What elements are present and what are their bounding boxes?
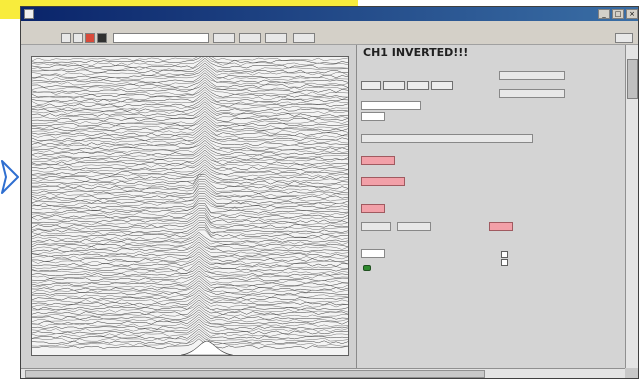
abort-icon[interactable]	[85, 33, 95, 43]
waterfall-trace	[32, 154, 348, 166]
run-arrow-icon[interactable]	[61, 33, 71, 43]
waterfall-trace	[32, 217, 348, 228]
vi-icon	[615, 33, 633, 43]
red-field[interactable]	[489, 222, 513, 231]
scroll-thumb[interactable]	[25, 370, 485, 378]
option-checkbox[interactable]	[501, 251, 508, 258]
waterfall-trace	[32, 181, 348, 192]
maximize-button[interactable]: □	[612, 9, 624, 19]
acquisition-field	[361, 134, 533, 143]
pointer-arrow-icon	[1, 160, 19, 194]
close-button[interactable]: ×	[626, 9, 638, 19]
app-icon	[24, 9, 34, 19]
waterfall-trace	[32, 292, 348, 303]
x-axis	[31, 357, 349, 367]
option-checkbox[interactable]	[501, 259, 508, 266]
trace-group	[32, 57, 348, 355]
waterfall-trace	[32, 321, 348, 332]
file-name-field[interactable]	[361, 101, 421, 110]
waterfall-trace	[32, 91, 348, 103]
waterfall-trace	[32, 227, 348, 238]
labview-window: _ □ × CH1 INVERTED!!!	[20, 6, 639, 379]
time-field	[499, 89, 565, 98]
vertical-scrollbar[interactable]	[625, 45, 638, 368]
red-field[interactable]	[361, 204, 385, 213]
waterfall-trace	[32, 57, 348, 69]
waterfall-trace	[32, 57, 348, 62]
waterfall-trace	[32, 57, 348, 64]
waterfall-trace	[32, 130, 348, 141]
waterfall-trace	[32, 60, 348, 71]
reorder-icon[interactable]	[293, 33, 315, 43]
minimize-button[interactable]: _	[598, 9, 610, 19]
channel-button[interactable]	[361, 81, 381, 90]
waterfall-trace	[32, 99, 348, 110]
channel-button[interactable]	[431, 81, 453, 90]
numeric-field	[361, 222, 391, 231]
waterfall-trace	[32, 193, 348, 204]
numeric-field[interactable]	[361, 249, 385, 258]
waterfall-trace	[32, 178, 348, 190]
menu-bar	[21, 21, 638, 31]
waterfall-trace	[32, 125, 348, 137]
pause-icon[interactable]	[97, 33, 107, 43]
waterfall-trace	[32, 311, 348, 323]
font-select[interactable]	[113, 33, 209, 43]
date-field	[499, 71, 565, 80]
graph-panel	[21, 45, 357, 368]
distribute-icon[interactable]	[239, 33, 261, 43]
waterfall-trace	[32, 77, 348, 88]
controls-panel: CH1 INVERTED!!!	[357, 45, 625, 368]
waterfall-trace	[32, 251, 348, 262]
waterfall-trace	[32, 244, 348, 255]
channel-button[interactable]	[383, 81, 405, 90]
waterfall-trace	[32, 323, 348, 335]
scroll-thumb[interactable]	[627, 59, 638, 99]
waterfall-trace	[32, 115, 348, 127]
screenshot: _ □ × CH1 INVERTED!!!	[0, 0, 639, 379]
red-field[interactable]	[361, 177, 405, 186]
panel-headline: CH1 INVERTED!!!	[363, 46, 469, 59]
waterfall-trace	[32, 215, 348, 226]
numeric-field	[397, 222, 431, 231]
red-field[interactable]	[361, 156, 395, 165]
waterfall-plot[interactable]	[31, 56, 349, 356]
title-bar: _ □ ×	[21, 7, 638, 21]
waterfall-trace	[32, 338, 348, 349]
horizontal-scrollbar[interactable]	[21, 368, 625, 378]
numeric-field[interactable]	[361, 112, 385, 121]
toolbar	[21, 31, 638, 45]
waterfall-trace	[32, 285, 348, 296]
run-continuous-icon[interactable]	[73, 33, 83, 43]
align-icon[interactable]	[213, 33, 235, 43]
channel-button[interactable]	[407, 81, 429, 90]
status-led[interactable]	[363, 265, 371, 271]
waterfall-trace	[32, 86, 348, 98]
waterfall-trace	[32, 157, 348, 168]
resize-icon[interactable]	[265, 33, 287, 43]
